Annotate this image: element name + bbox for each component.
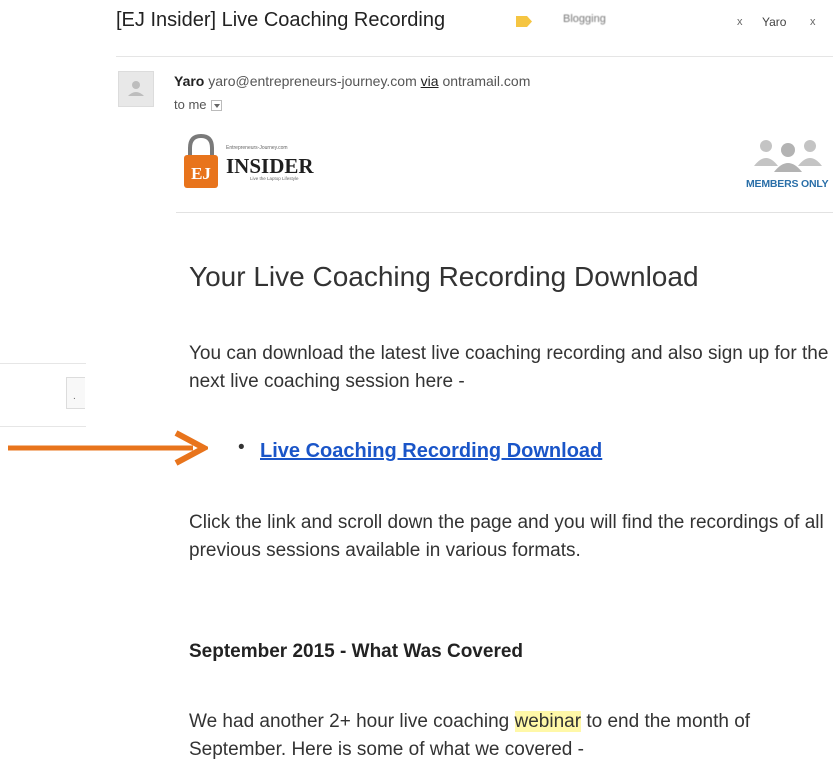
avatar-person-icon [128,81,144,96]
members-only-badge: MEMBERS ONLY [746,138,833,198]
recipient-text: to me [174,97,207,112]
logo-subtagline: Live the Laptop Lifestyle [250,176,299,181]
sender-via-domain: ontramail.com [442,73,531,89]
members-only-label: MEMBERS ONLY [746,178,829,190]
side-panel-divider [0,426,86,427]
sender-via-link[interactable]: via [421,73,439,89]
recipient-line: to me [174,97,222,112]
ej-insider-logo: EJ Entrepreneurs-Journey.com INSIDER Liv… [184,133,314,188]
intro-paragraph: You can download the latest live coachin… [189,343,829,392]
side-panel-divider [0,363,86,364]
logo-tagline: Entrepreneurs-Journey.com [226,145,288,151]
label-yaro[interactable]: Yaro [762,15,786,29]
sender-line: Yaro yaro@entrepreneurs-journey.com via … [174,73,530,89]
email-heading: Your Live Coaching Recording Download [189,261,699,292]
recording-download-link[interactable]: Live Coaching Recording Download [260,440,602,463]
side-panel-edge: . [0,360,86,428]
logo-brand: INSIDER [226,154,314,178]
blurred-label[interactable]: Blogging [563,13,606,25]
section-heading: September 2015 - What Was Covered [189,641,524,662]
list-bullet: • [238,437,245,458]
recap-paragraph: We had another 2+ hour live coaching web… [189,708,833,764]
email-subject: [EJ Insider] Live Coaching Recording [116,9,446,31]
highlighted-term: webinar [514,711,582,732]
sender-name[interactable]: Yaro [174,73,204,89]
header-divider [116,56,833,57]
sender-avatar[interactable] [118,71,154,107]
remove-label-icon[interactable]: x [737,16,743,28]
instructions-paragraph: Click the link and scroll down the page … [189,512,824,561]
sender-email: yaro@entrepreneurs-journey.com [208,73,417,89]
logo-badge: EJ [191,164,211,183]
label-tag-icon[interactable] [516,16,532,27]
details-dropdown-icon[interactable] [210,100,222,111]
side-panel-dot-icon: . [73,391,76,402]
email-header-divider [176,212,833,213]
recap-text-start: We had another 2+ hour live coaching [189,711,515,732]
members-group-icon [754,140,822,172]
remove-label-yaro-icon[interactable]: x [810,16,816,28]
orange-arrow-icon [8,430,208,466]
